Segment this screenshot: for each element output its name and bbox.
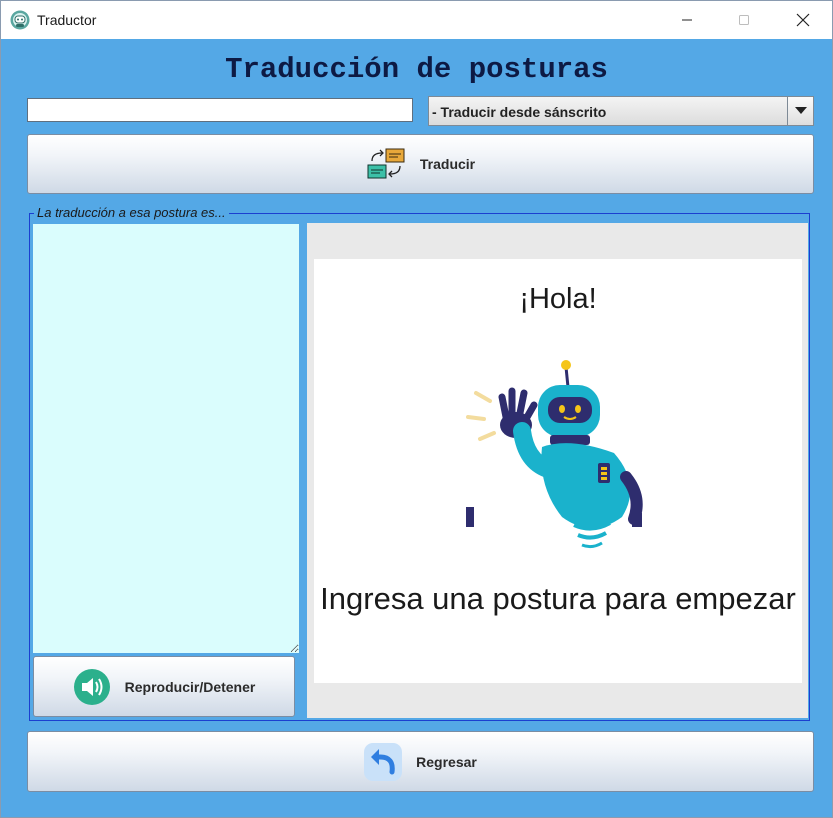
play-stop-button[interactable]: Reproducir/Detener: [33, 656, 295, 717]
translate-cards-icon: [367, 148, 405, 179]
waving-robot-illustration: [466, 360, 643, 549]
chevron-down-icon: [794, 107, 807, 114]
close-button[interactable]: [774, 1, 832, 39]
speaker-icon: [73, 668, 110, 705]
maximize-icon: [739, 15, 749, 25]
back-button[interactable]: Regresar: [27, 731, 814, 792]
app-window: Traductor Traducción de posturas - Tradu…: [0, 0, 833, 818]
back-button-label: Regresar: [416, 753, 477, 770]
result-group-legend: La traducción a esa postura es...: [34, 205, 229, 220]
undo-arrow-icon: [364, 742, 403, 781]
maximize-button[interactable]: [715, 1, 773, 39]
title-bar[interactable]: Traductor: [1, 1, 832, 39]
page-title: Traducción de posturas: [225, 53, 608, 86]
preview-image: ¡Hola! Ingresa una postura para empezar: [314, 259, 802, 683]
translate-button-label: Traducir: [419, 156, 476, 172]
preview-prompt: Ingresa una postura para empezar: [320, 581, 796, 616]
preview-greeting: ¡Hola!: [519, 283, 597, 315]
window-title: Traductor: [37, 12, 97, 28]
play-stop-button-label: Reproducir/Detener: [124, 678, 256, 695]
posture-input[interactable]: [27, 98, 413, 122]
translation-text-area[interactable]: [33, 224, 299, 653]
direction-select-value: - Traducir desde sánscrito: [432, 104, 607, 120]
minimize-button[interactable]: [658, 1, 716, 39]
close-icon: [796, 13, 810, 27]
direction-select[interactable]: - Traducir desde sánscrito: [428, 96, 814, 126]
translate-button[interactable]: Traducir: [27, 134, 814, 194]
direction-select-arrow[interactable]: [787, 97, 813, 125]
robot-face-icon: [10, 10, 30, 30]
minimize-icon: [682, 19, 692, 21]
